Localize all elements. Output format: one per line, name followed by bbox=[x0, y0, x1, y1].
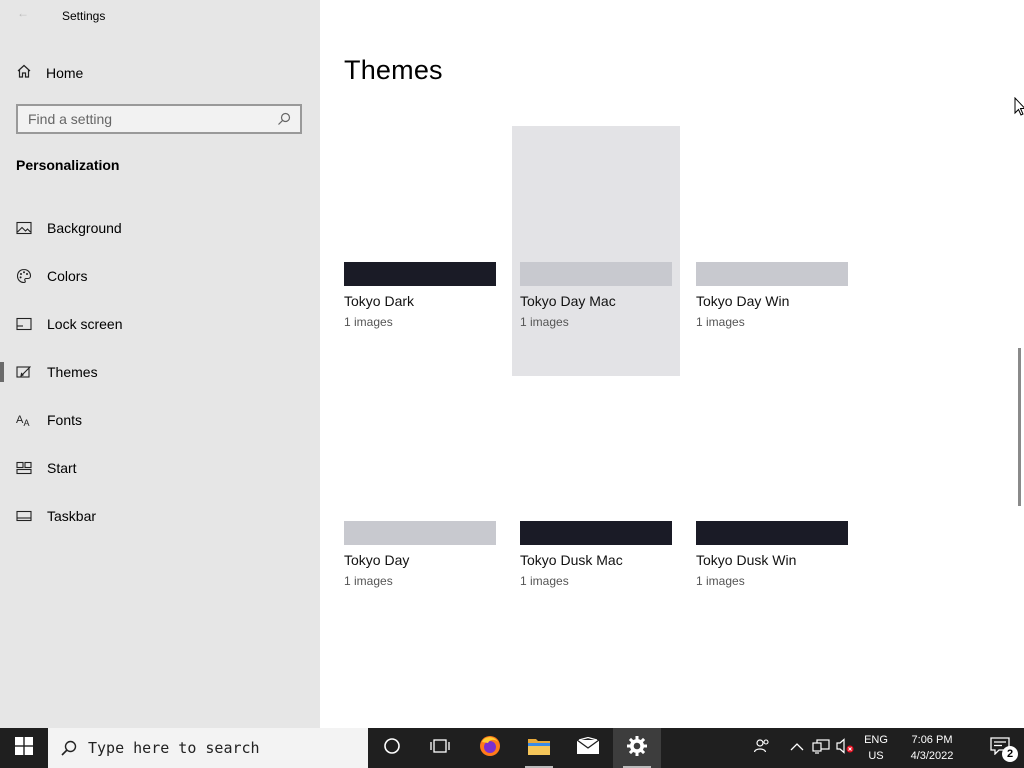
people-icon bbox=[753, 737, 771, 760]
clock-date: 4/3/2022 bbox=[910, 750, 954, 762]
start-icon bbox=[16, 460, 32, 476]
theme-name: Tokyo Day bbox=[344, 552, 410, 568]
theme-preview bbox=[696, 521, 848, 545]
input-language-indicator[interactable]: ENG US bbox=[860, 732, 892, 764]
action-center-button[interactable]: 2 bbox=[976, 728, 1024, 768]
sidebar-item-themes[interactable]: Themes bbox=[0, 348, 320, 396]
theme-preview bbox=[696, 262, 848, 286]
sidebar-item-label: Lock screen bbox=[47, 316, 123, 332]
mail-icon bbox=[576, 736, 600, 760]
fonts-icon: AA bbox=[16, 412, 32, 428]
theme-image-count: 1 images bbox=[344, 315, 393, 329]
taskbar-search-box[interactable]: Type here to search bbox=[48, 728, 368, 768]
folder-icon bbox=[527, 736, 551, 761]
file-explorer-taskbar-button[interactable] bbox=[515, 728, 563, 768]
theme-tile-tokyo-day-mac[interactable]: Tokyo Day Mac 1 images bbox=[520, 262, 672, 329]
search-icon[interactable] bbox=[276, 111, 292, 132]
home-label: Home bbox=[46, 65, 84, 81]
theme-tile-tokyo-dark[interactable]: Tokyo Dark 1 images bbox=[344, 262, 496, 329]
home-icon bbox=[16, 63, 32, 84]
cortana-button[interactable] bbox=[368, 728, 416, 768]
firefox-icon bbox=[478, 734, 502, 763]
taskbar-icon bbox=[16, 508, 32, 524]
theme-preview bbox=[344, 521, 496, 545]
network-icon bbox=[812, 738, 830, 759]
main-content: Themes Tokyo Dark 1 images Tokyo Day Mac… bbox=[320, 0, 1024, 728]
clock[interactable]: 7:06 PM 4/3/2022 bbox=[896, 732, 968, 764]
network-button[interactable] bbox=[810, 728, 832, 768]
theme-image-count: 1 images bbox=[696, 315, 745, 329]
volume-button[interactable] bbox=[834, 728, 856, 768]
sidebar-item-fonts[interactable]: AA Fonts bbox=[0, 396, 320, 444]
sidebar-item-colors[interactable]: Colors bbox=[0, 252, 320, 300]
theme-image-count: 1 images bbox=[696, 574, 745, 588]
personalization-nav: Background Colors Lock screen Themes AA … bbox=[0, 204, 320, 540]
theme-preview bbox=[520, 521, 672, 545]
settings-taskbar-button[interactable] bbox=[613, 728, 661, 768]
task-view-icon bbox=[430, 737, 450, 760]
sidebar-item-label: Start bbox=[47, 460, 77, 476]
theme-image-count: 1 images bbox=[520, 574, 569, 588]
sidebar-item-background[interactable]: Background bbox=[0, 204, 320, 252]
sidebar-item-label: Taskbar bbox=[47, 508, 97, 524]
keyboard-layout: US bbox=[868, 750, 884, 762]
theme-tile-tokyo-day[interactable]: Tokyo Day 1 images bbox=[344, 521, 496, 588]
find-setting-input[interactable] bbox=[18, 106, 268, 132]
mail-taskbar-button[interactable] bbox=[564, 728, 612, 768]
lock-screen-icon bbox=[16, 316, 32, 332]
volume-muted-icon bbox=[836, 737, 854, 759]
picture-icon bbox=[16, 220, 32, 236]
chevron-up-icon bbox=[790, 739, 804, 757]
theme-name: Tokyo Dusk Win bbox=[696, 552, 797, 568]
firefox-taskbar-button[interactable] bbox=[466, 728, 514, 768]
theme-image-count: 1 images bbox=[344, 574, 393, 588]
sidebar-item-lock-screen[interactable]: Lock screen bbox=[0, 300, 320, 348]
theme-hover-highlight bbox=[512, 126, 680, 376]
sidebar-item-start[interactable]: Start bbox=[0, 444, 320, 492]
palette-icon bbox=[16, 268, 32, 284]
cortana-circle-icon bbox=[383, 737, 401, 760]
sidebar-item-label: Colors bbox=[47, 268, 88, 284]
theme-name: Tokyo Day Win bbox=[696, 293, 790, 309]
notification-count-badge: 2 bbox=[1002, 746, 1018, 762]
back-arrow-icon[interactable]: ← bbox=[17, 6, 29, 20]
taskbar-search-placeholder: Type here to search bbox=[88, 739, 260, 757]
windows-logo-icon bbox=[15, 736, 33, 760]
show-hidden-icons-button[interactable] bbox=[786, 728, 808, 768]
themes-icon bbox=[16, 364, 32, 380]
people-button[interactable] bbox=[748, 728, 776, 768]
taskbar: Type here to search ENG US 7:06 PM 4/3/2… bbox=[0, 728, 1024, 768]
svg-text:A: A bbox=[24, 418, 30, 428]
theme-tile-tokyo-day-win[interactable]: Tokyo Day Win 1 images bbox=[696, 262, 848, 329]
theme-name: Tokyo Day Mac bbox=[520, 293, 616, 309]
scrollbar-thumb[interactable] bbox=[1018, 348, 1021, 506]
gear-icon bbox=[626, 735, 648, 762]
theme-tile-tokyo-dusk-win[interactable]: Tokyo Dusk Win 1 images bbox=[696, 521, 848, 588]
theme-name: Tokyo Dusk Mac bbox=[520, 552, 623, 568]
window-title: Settings bbox=[62, 9, 106, 23]
theme-preview bbox=[520, 262, 672, 286]
search-icon bbox=[60, 739, 78, 757]
theme-tile-tokyo-dusk-mac[interactable]: Tokyo Dusk Mac 1 images bbox=[520, 521, 672, 588]
page-title: Themes bbox=[344, 55, 443, 85]
theme-preview bbox=[344, 262, 496, 286]
sidebar: ← Settings Home Personalization Backgrou… bbox=[0, 0, 320, 728]
task-view-button[interactable] bbox=[416, 728, 464, 768]
theme-image-count: 1 images bbox=[520, 315, 569, 329]
clock-time: 7:06 PM bbox=[911, 734, 953, 746]
home-nav-item[interactable]: Home bbox=[16, 62, 83, 84]
mouse-cursor-icon bbox=[1014, 96, 1024, 122]
sidebar-item-taskbar[interactable]: Taskbar bbox=[0, 492, 320, 540]
language-code: ENG bbox=[864, 734, 888, 746]
section-title: Personalization bbox=[16, 157, 120, 173]
sidebar-item-label: Themes bbox=[47, 364, 98, 380]
sidebar-item-label: Fonts bbox=[47, 412, 83, 428]
find-setting-search[interactable] bbox=[16, 104, 302, 134]
start-button[interactable] bbox=[0, 728, 48, 768]
theme-name: Tokyo Dark bbox=[344, 293, 415, 309]
sidebar-item-label: Background bbox=[47, 220, 122, 236]
